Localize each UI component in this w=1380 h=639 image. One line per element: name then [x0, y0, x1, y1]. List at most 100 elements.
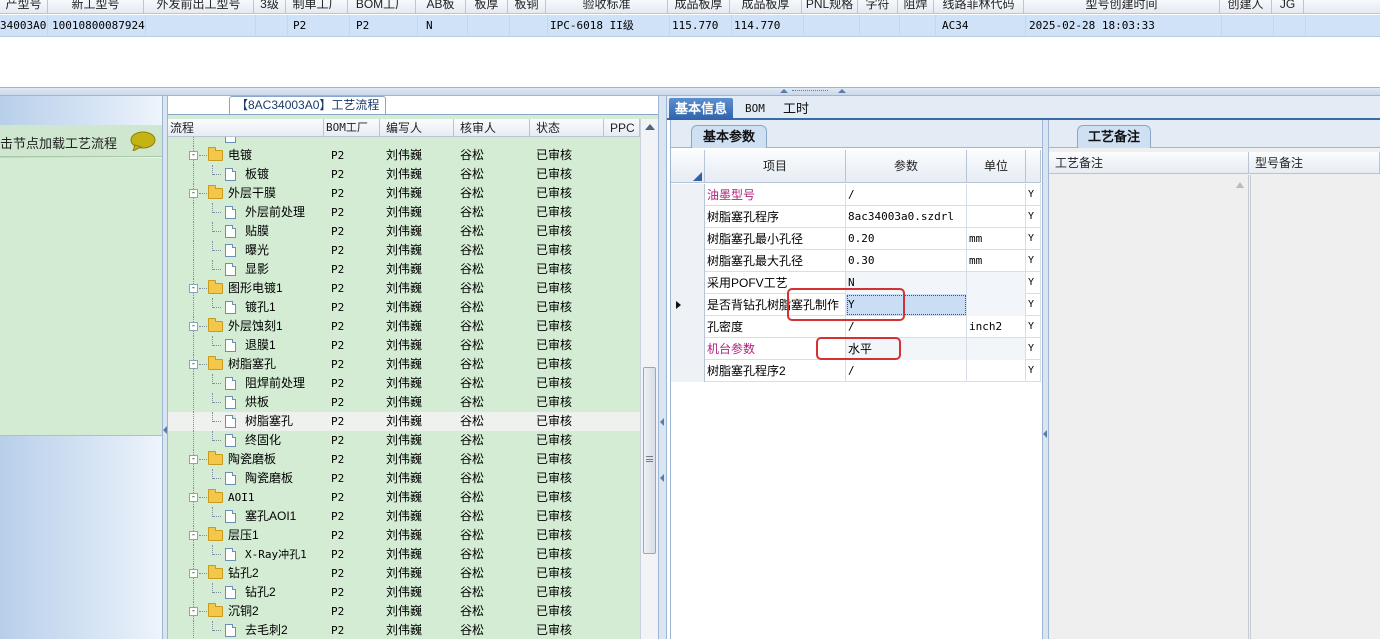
row-header[interactable] — [671, 294, 705, 316]
row-header[interactable] — [671, 206, 705, 228]
order-grid-header-cell[interactable]: 型号创建时间 — [1024, 0, 1220, 13]
tree-step-row[interactable]: X-Ray冲孔1 P2 刘伟巍 谷松 已审核 — [168, 545, 640, 564]
tab-work-hours[interactable]: 工时 — [777, 98, 815, 120]
collapse-toggle-icon[interactable]: - — [189, 284, 198, 293]
tab-bom[interactable]: BOM — [739, 98, 771, 120]
splitter-grip-icon[interactable] — [792, 90, 828, 93]
tree-scrollbar[interactable] — [640, 119, 658, 639]
collapse-toggle-icon[interactable]: - — [189, 569, 198, 578]
model-notes-field[interactable] — [1250, 175, 1380, 639]
order-grid-header-cell[interactable]: 创建人 — [1220, 0, 1272, 13]
order-grid-header-cell[interactable]: BOM工厂 — [348, 0, 416, 13]
scroll-up-arrow-icon[interactable] — [645, 124, 655, 130]
col-flag[interactable] — [1026, 150, 1041, 183]
scroll-thumb[interactable] — [643, 367, 656, 554]
param-value-field[interactable]: 8ac34003a0.szdrl — [846, 206, 967, 228]
left-node-area[interactable] — [0, 158, 162, 436]
collapse-toggle-icon[interactable]: - — [189, 189, 198, 198]
order-grid-header-cell[interactable]: 板铜 — [508, 0, 546, 13]
col-item[interactable]: 项目 — [705, 150, 846, 183]
collapse-left-arrow-icon[interactable] — [163, 426, 167, 434]
order-grid-header-cell[interactable]: 成品板厚 — [668, 0, 730, 13]
param-value-field[interactable]: 0.30 — [846, 250, 967, 272]
tree-group-row[interactable]: - 树脂塞孔 P2 刘伟巍 谷松 已审核 — [168, 355, 640, 374]
splitter-up-arrow-icon[interactable] — [838, 89, 846, 93]
tree-step-row[interactable]: 镀孔1 P2 刘伟巍 谷松 已审核 — [168, 298, 640, 317]
col-status[interactable]: 状态 — [530, 119, 604, 137]
tree-step-row[interactable]: 陶瓷磨板 P2 刘伟巍 谷松 已审核 — [168, 469, 640, 488]
tree-step-row[interactable]: 阻焊前处理 P2 刘伟巍 谷松 已审核 — [168, 374, 640, 393]
tree-group-row[interactable]: - 沉铜2 P2 刘伟巍 谷松 已审核 — [168, 602, 640, 621]
tree-step-row[interactable] — [168, 137, 640, 146]
row-header[interactable] — [671, 228, 705, 250]
col-value[interactable]: 参数 — [846, 150, 967, 183]
horizontal-splitter[interactable] — [0, 88, 1380, 96]
order-grid-header-cell[interactable]: PNL规格 — [802, 0, 858, 13]
tab-process-notes[interactable]: 工艺备注 — [1077, 125, 1151, 148]
order-grid-header-cell[interactable]: 板厚 — [466, 0, 508, 13]
col-ppc[interactable]: PPC — [604, 119, 640, 137]
tree-step-row[interactable]: 显影 P2 刘伟巍 谷松 已审核 — [168, 260, 640, 279]
col-model-notes[interactable]: 型号备注 — [1249, 152, 1380, 174]
collapse-left-arrow-icon[interactable] — [660, 474, 664, 482]
process-notes-field[interactable] — [1049, 175, 1249, 639]
order-grid-header-cell[interactable]: 字符 — [858, 0, 898, 13]
tree-step-row[interactable]: 板镀 P2 刘伟巍 谷松 已审核 — [168, 165, 640, 184]
splitter-up-arrow-icon[interactable] — [780, 89, 788, 93]
collapse-toggle-icon[interactable]: - — [189, 493, 198, 502]
tree-step-row[interactable]: 退膜1 P2 刘伟巍 谷松 已审核 — [168, 336, 640, 355]
order-grid-row[interactable]: 34003A0 10010800087924 P2 P2 N IPC-6018 … — [0, 15, 1380, 37]
order-grid-header-cell[interactable]: 验收标准 — [546, 0, 668, 13]
tree-step-row[interactable]: 外层前处理 P2 刘伟巍 谷松 已审核 — [168, 203, 640, 222]
tab-basic-info[interactable]: 基本信息 — [669, 98, 734, 120]
tree-group-row[interactable]: - 陶瓷磨板 P2 刘伟巍 谷松 已审核 — [168, 450, 640, 469]
param-value-field[interactable]: 0.20 — [846, 228, 967, 250]
tree-step-row[interactable]: 曝光 P2 刘伟巍 谷松 已审核 — [168, 241, 640, 260]
param-row[interactable]: 树脂塞孔最大孔径 0.30 mm Y — [671, 250, 1041, 272]
param-row[interactable]: 油墨型号 / Y — [671, 184, 1041, 206]
tree-step-row[interactable]: 钻孔2 P2 刘伟巍 谷松 已审核 — [168, 583, 640, 602]
collapse-toggle-icon[interactable]: - — [189, 151, 198, 160]
tree-group-row[interactable]: - 外层蚀刻1 P2 刘伟巍 谷松 已审核 — [168, 317, 640, 336]
order-grid-header-cell[interactable]: 3级 — [254, 0, 286, 13]
param-row[interactable]: 树脂塞孔程序2/ Y — [671, 360, 1041, 382]
order-grid-header-cell[interactable]: 线路菲林代码 — [934, 0, 1024, 13]
order-grid-header-cell[interactable]: 制单工厂 — [286, 0, 348, 13]
collapse-left-arrow-icon[interactable] — [1043, 430, 1047, 438]
tree-group-row[interactable]: - AOI1 P2 刘伟巍 谷松 已审核 — [168, 488, 640, 507]
row-header[interactable] — [671, 316, 705, 338]
param-value-field[interactable]: / — [846, 360, 967, 382]
select-all-corner[interactable] — [671, 150, 705, 183]
tree-step-row[interactable]: 烘板 P2 刘伟巍 谷松 已审核 — [168, 393, 640, 412]
tree-step-row[interactable]: 去毛刺2 P2 刘伟巍 谷松 已审核 — [168, 621, 640, 639]
param-row[interactable]: 树脂塞孔最小孔径 0.20 mm Y — [671, 228, 1041, 250]
col-reviewer[interactable]: 核审人 — [454, 119, 530, 137]
tree-group-row[interactable]: - 钻孔2 P2 刘伟巍 谷松 已审核 — [168, 564, 640, 583]
row-header[interactable] — [671, 272, 705, 294]
order-grid-header-cell[interactable]: AB板 — [416, 0, 466, 13]
tree-step-row[interactable]: 树脂塞孔 P2 刘伟巍 谷松 已审核 — [168, 412, 640, 431]
param-value-field[interactable]: / — [846, 184, 967, 206]
collapse-toggle-icon[interactable]: - — [189, 360, 198, 369]
collapse-toggle-icon[interactable]: - — [189, 607, 198, 616]
row-header[interactable] — [671, 250, 705, 272]
order-grid-header-cell[interactable]: 外发前出工型号 — [144, 0, 254, 13]
tree-step-row[interactable]: 塞孔AOI1 P2 刘伟巍 谷松 已审核 — [168, 507, 640, 526]
row-header[interactable] — [671, 360, 705, 382]
tree-step-row[interactable]: 贴膜 P2 刘伟巍 谷松 已审核 — [168, 222, 640, 241]
order-grid-header-cell[interactable]: 新工型号 — [48, 0, 144, 13]
tab-basic-params[interactable]: 基本参数 — [691, 125, 767, 148]
tree-step-row[interactable]: 终固化 P2 刘伟巍 谷松 已审核 — [168, 431, 640, 450]
order-grid-header-cell[interactable]: JG — [1272, 0, 1304, 13]
col-bom-factory[interactable]: BOM工厂 — [324, 119, 380, 137]
right-collapse-bar[interactable] — [1042, 120, 1049, 639]
collapse-toggle-icon[interactable]: - — [189, 322, 198, 331]
collapse-left-arrow-icon[interactable] — [660, 418, 664, 426]
middle-collapse-bar[interactable] — [658, 96, 667, 639]
collapse-toggle-icon[interactable]: - — [189, 531, 198, 540]
scroll-up-arrow-icon[interactable] — [1236, 182, 1244, 188]
tree-group-row[interactable]: - 层压1 P2 刘伟巍 谷松 已审核 — [168, 526, 640, 545]
col-writer[interactable]: 编写人 — [380, 119, 454, 137]
tree-group-row[interactable]: - 电镀 P2 刘伟巍 谷松 已审核 — [168, 146, 640, 165]
col-flow[interactable]: 流程 — [168, 119, 324, 137]
